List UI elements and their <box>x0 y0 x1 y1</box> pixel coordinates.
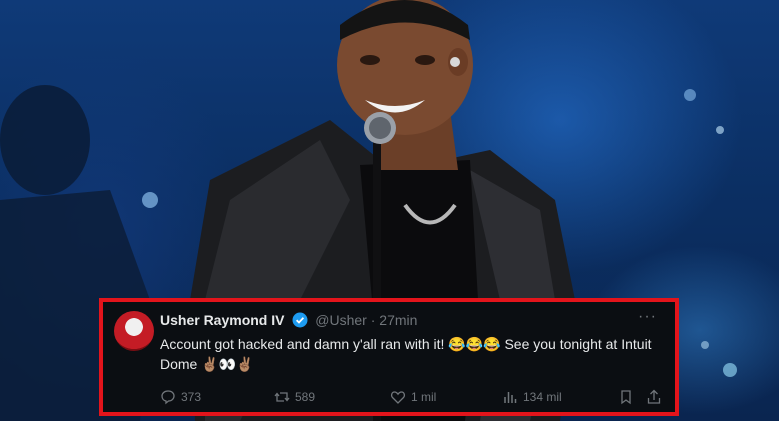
views-count: 134 mil <box>523 390 562 404</box>
header-separator: · <box>370 312 376 328</box>
bookmark-icon <box>621 390 631 405</box>
concert-photo-background: Usher Raymond IV @Usher · 27min ··· Acco… <box>0 0 779 421</box>
tweet-header: Usher Raymond IV @Usher · 27min <box>160 312 417 328</box>
views-button[interactable]: 134 mil <box>502 389 562 405</box>
views-chart-icon <box>504 392 517 403</box>
repost-count: 589 <box>295 390 316 404</box>
like-count: 1 mil <box>411 390 437 404</box>
like-button[interactable]: 1 mil <box>390 389 436 405</box>
reply-count: 373 <box>181 390 202 404</box>
avatar[interactable] <box>114 311 154 351</box>
bookmark-button[interactable] <box>618 389 634 405</box>
verified-badge-icon <box>292 312 308 328</box>
share-button[interactable] <box>646 389 662 405</box>
repost-button[interactable]: 589 <box>274 389 315 405</box>
more-options-button[interactable]: ··· <box>638 308 657 326</box>
tweet-time[interactable]: 27min <box>379 312 417 328</box>
repost-icon <box>274 392 290 402</box>
heart-icon <box>390 391 406 404</box>
author-handle[interactable]: @Usher <box>315 312 367 328</box>
reply-button[interactable]: 373 <box>160 389 201 405</box>
reply-icon <box>161 390 175 405</box>
tweet-actions: 373 589 1 mil 134 mil <box>160 389 665 405</box>
share-icon <box>647 389 661 404</box>
author-name[interactable]: Usher Raymond IV <box>160 312 284 328</box>
tweet-card[interactable]: Usher Raymond IV @Usher · 27min ··· Acco… <box>99 298 679 416</box>
tweet-text: Account got hacked and damn y'all ran wi… <box>160 336 652 372</box>
